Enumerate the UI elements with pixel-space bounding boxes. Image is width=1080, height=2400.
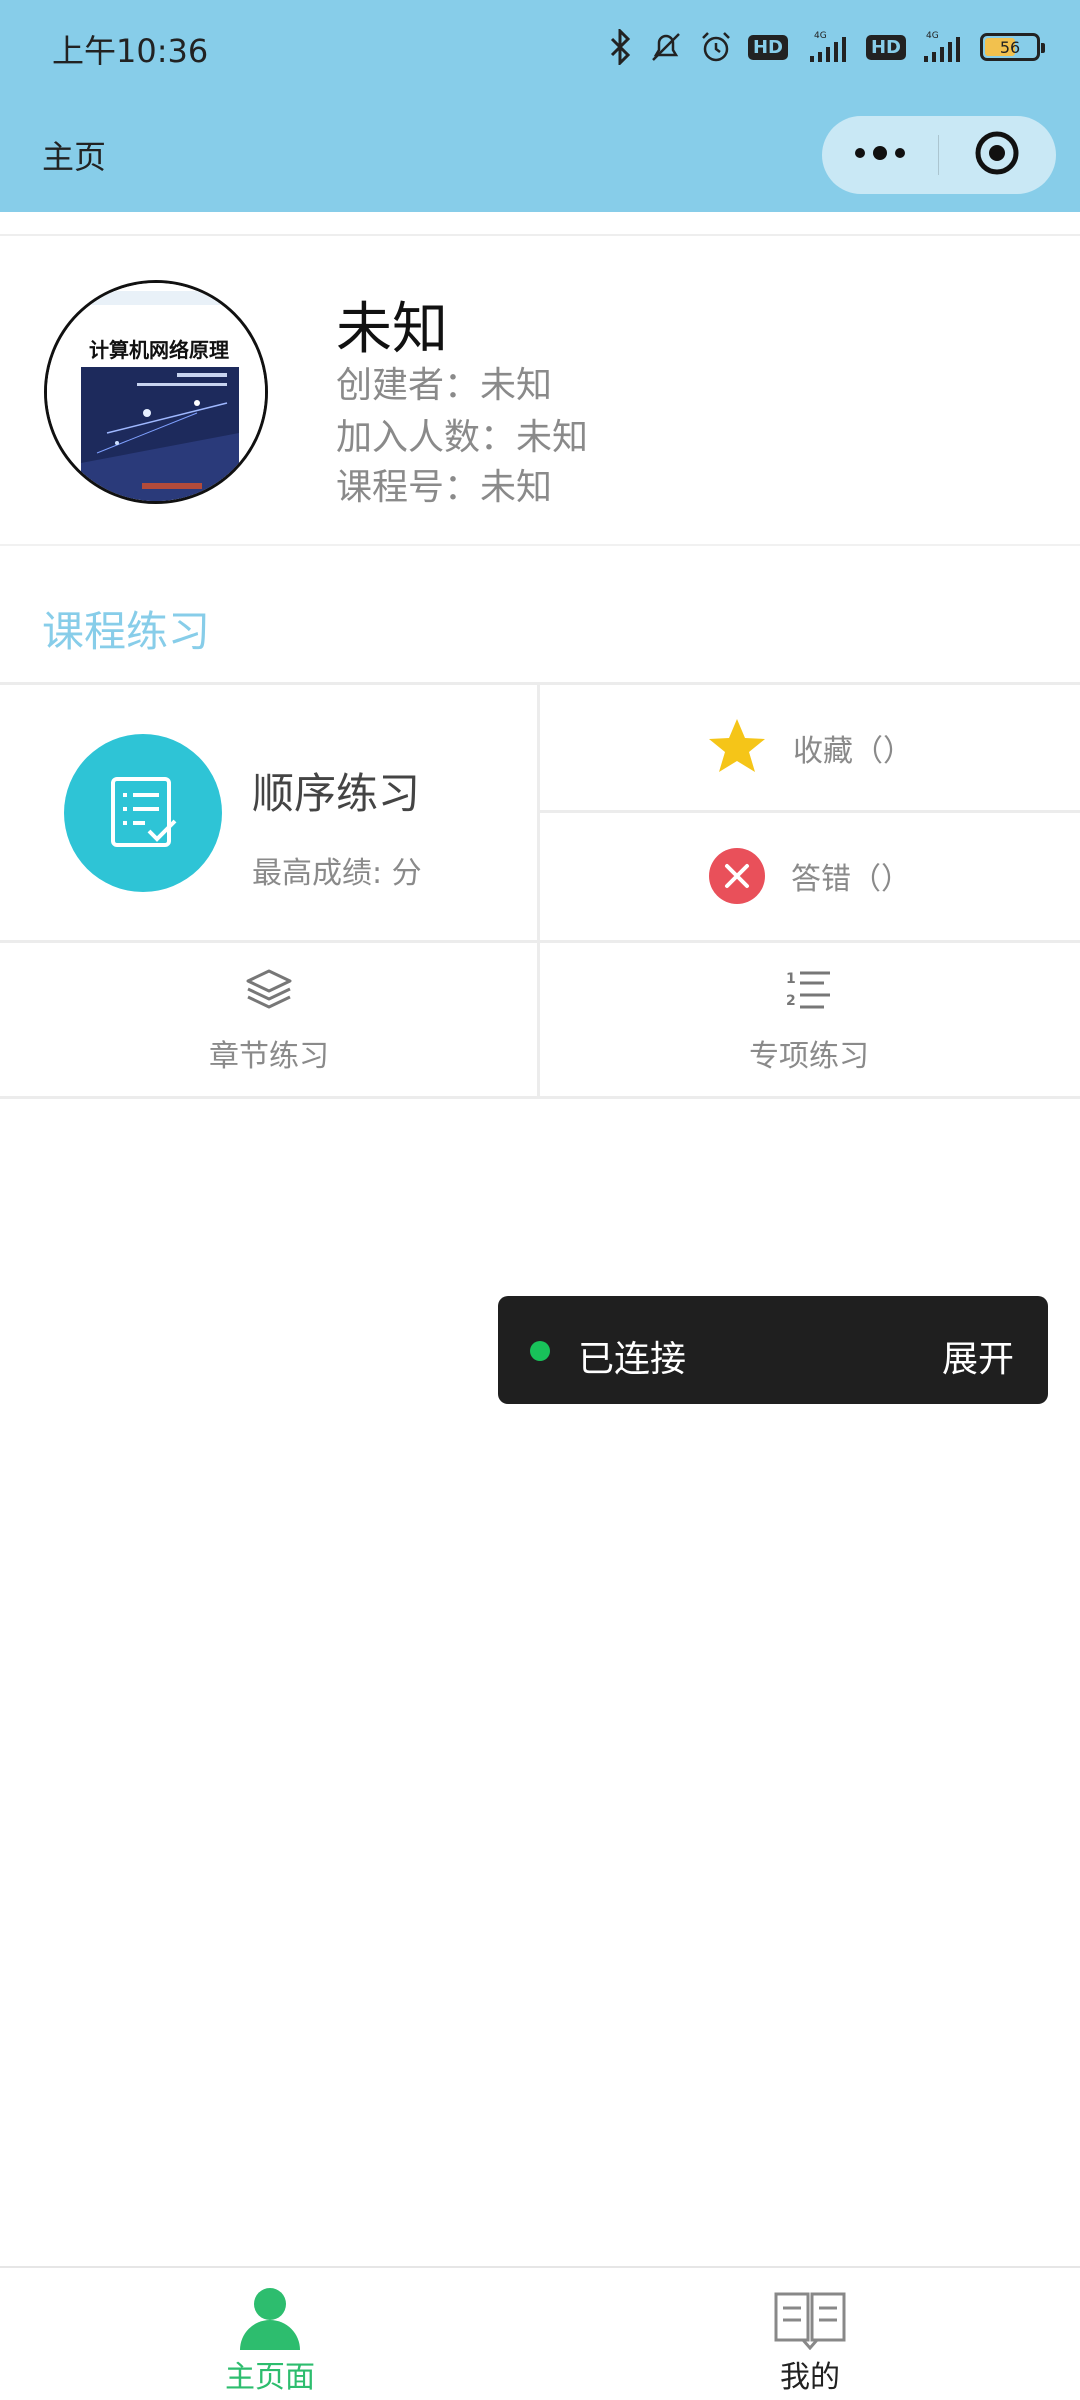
- course-cover: 计算机网络原理: [44, 280, 268, 504]
- chapter-practice-button[interactable]: 章节练习: [0, 946, 538, 1096]
- tab-bar: 主页面 我的: [0, 2266, 1080, 2400]
- status-time: 上午10:36: [52, 32, 209, 70]
- section-title: 课程练习: [42, 607, 211, 656]
- wrong-answers-button[interactable]: 答错（）: [540, 814, 1080, 938]
- status-icons: HD 4G HD 4G 56: [608, 22, 1045, 72]
- favorites-label: 收藏（）: [793, 734, 913, 769]
- bluetooth-icon: [608, 29, 634, 65]
- divider: [540, 810, 1080, 813]
- special-practice-label: 专项练习: [749, 1039, 869, 1074]
- connection-toast: 已连接 展开: [498, 1296, 1048, 1404]
- course-header: 计算机网络原理 未知 创建者：未知 加入人数：未知 课程号：未知: [0, 234, 1080, 546]
- tab-mine-label: 我的: [780, 2360, 840, 2395]
- course-name: 未知: [336, 297, 448, 362]
- svg-text:4G: 4G: [814, 31, 827, 41]
- connected-dot-icon: [530, 1341, 550, 1361]
- battery-icon: 56: [980, 33, 1045, 61]
- person-icon: [237, 2284, 303, 2350]
- expand-button[interactable]: 展开: [942, 1330, 1014, 1382]
- close-button[interactable]: [939, 116, 1055, 194]
- course-code: 课程号：未知: [336, 467, 553, 508]
- signal-icon-2: 4G: [920, 30, 966, 64]
- svg-text:4G: 4G: [926, 31, 939, 41]
- more-button[interactable]: [822, 116, 938, 194]
- best-score: 最高成绩: 分: [252, 856, 422, 891]
- tab-home[interactable]: 主页面: [0, 2268, 540, 2400]
- numbered-list-icon: 12: [784, 967, 834, 1017]
- hd-badge-2: HD: [865, 34, 906, 60]
- divider: [0, 682, 1080, 685]
- top-bar: 上午10:36 HD 4G HD 4G 56 主页: [0, 0, 1080, 212]
- mute-bell-icon: [648, 29, 684, 65]
- tab-home-label: 主页面: [225, 2360, 315, 2395]
- checklist-icon: [64, 734, 222, 892]
- course-creator: 创建者：未知: [336, 365, 553, 406]
- divider: [0, 940, 1080, 943]
- wrong-answers-label: 答错（）: [791, 862, 911, 897]
- wrong-x-icon: [709, 848, 765, 904]
- miniprogram-capsule: [822, 116, 1056, 194]
- cover-title: 计算机网络原理: [89, 338, 229, 362]
- book-cover-image: 计算机网络原理: [47, 283, 265, 501]
- page-title: 主页: [42, 138, 107, 176]
- special-practice-button[interactable]: 12 专项练习: [540, 946, 1078, 1096]
- signal-icon: 4G: [802, 30, 852, 64]
- layers-icon: [244, 967, 294, 1017]
- battery-level: 56: [999, 37, 1021, 57]
- target-close-icon: [974, 130, 1020, 180]
- favorites-button[interactable]: 收藏（）: [540, 686, 1080, 810]
- sequential-practice-title: 顺序练习: [252, 769, 421, 818]
- course-members: 加入人数：未知: [336, 417, 589, 458]
- alarm-icon: [698, 29, 734, 65]
- svg-text:1: 1: [786, 971, 796, 987]
- chapter-practice-label: 章节练习: [209, 1039, 329, 1074]
- connection-status: 已连接: [578, 1339, 687, 1380]
- divider: [0, 1096, 1080, 1099]
- svg-text:2: 2: [786, 993, 796, 1009]
- star-icon: [707, 717, 767, 779]
- open-book-icon: [773, 2284, 847, 2350]
- hd-badge: HD: [747, 34, 788, 60]
- tab-mine[interactable]: 我的: [540, 2268, 1080, 2400]
- more-dots-icon: [854, 145, 906, 165]
